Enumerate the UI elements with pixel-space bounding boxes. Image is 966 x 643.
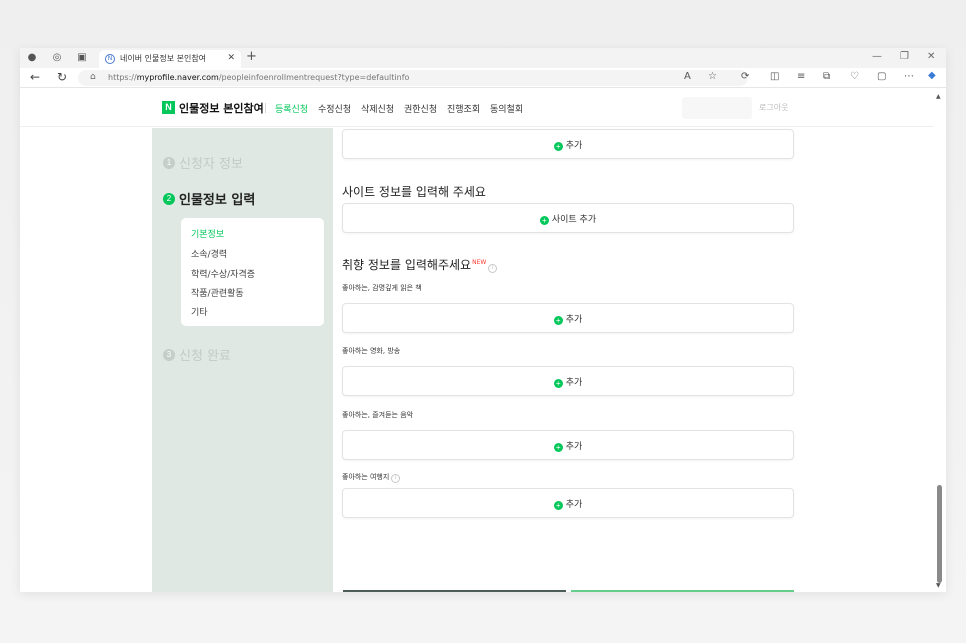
lock-icon[interactable]: ⌂: [90, 72, 96, 82]
plus-circle-icon: +: [539, 216, 549, 225]
step-label: 신청자 정보: [179, 157, 243, 172]
prev-button[interactable]: 이전: [343, 590, 566, 592]
service-title[interactable]: 인물정보 본인참여: [179, 100, 264, 116]
next-button[interactable]: 다음: [571, 590, 794, 592]
scroll-up-icon[interactable]: ▲: [936, 93, 941, 100]
read-aloud-icon[interactable]: A: [684, 71, 691, 82]
add-previous-item-button[interactable]: + 추가: [342, 129, 794, 159]
main-content: + 추가 사이트 정보를 입력해 주세요 + 사이트 추가 취향 정보를 입력해주세…: [333, 128, 934, 592]
scroll-thumb[interactable]: [937, 485, 942, 583]
step-applicant-info[interactable]: 1 신청자 정보: [163, 152, 243, 172]
menu-register-request[interactable]: 등록신청: [275, 102, 308, 115]
restore-icon[interactable]: ❐: [900, 51, 909, 62]
step-number: 1: [163, 156, 175, 169]
add-book-button[interactable]: + 추가: [342, 303, 794, 333]
browser-window: ● ◎ ▣ N 네이버 인물정보 본인참여 ✕ + — ❐ ✕ ← ↻ ⌂ ht…: [20, 48, 946, 592]
menu-edit-request[interactable]: 수정신청: [318, 102, 351, 115]
menu-progress-check[interactable]: 진행조회: [447, 102, 480, 115]
submenu-affiliation-career[interactable]: 소속/경력: [191, 247, 227, 260]
back-icon[interactable]: ←: [30, 70, 40, 84]
favorite-book-label: 좋아하는, 감명깊게 읽은 책: [342, 284, 422, 292]
plus-circle-icon: +: [553, 379, 563, 388]
profile-icon[interactable]: ●: [26, 52, 38, 64]
plus-circle-icon: +: [553, 443, 563, 452]
plus-circle-icon: +: [553, 316, 563, 325]
add-label: 추가: [565, 442, 583, 452]
workspaces-icon[interactable]: ◎: [51, 52, 63, 64]
step-label: 인물정보 입력: [179, 193, 256, 208]
add-label: 추가: [565, 378, 583, 388]
step-submenu: 기본정보 소속/경력 학력/수상/자격증 작품/관련활동 기타: [181, 218, 324, 326]
add-site-button[interactable]: + 사이트 추가: [342, 203, 794, 233]
new-badge: NEW: [472, 259, 487, 266]
performance-icon[interactable]: ♡: [850, 71, 859, 82]
tab-close-icon[interactable]: ✕: [227, 53, 235, 63]
step-sidebar: 1 신청자 정보 2 인물정보 입력 기본정보 소속/경력 학력/수상/자격증 작품…: [152, 128, 333, 592]
submenu-etc[interactable]: 기타: [191, 305, 208, 318]
favorite-movie-label: 좋아하는 영화, 방송: [342, 347, 401, 355]
close-window-icon[interactable]: ✕: [927, 51, 935, 62]
favorite-star-icon[interactable]: ☆: [708, 71, 717, 82]
user-info-box: [682, 97, 752, 119]
favorite-travel-label: 좋아하는 여행지 i: [342, 472, 401, 483]
page-header: N 인물정보 본인참여 등록신청 수정신청 삭제신청 권한신청 진행조회 동의철…: [20, 89, 934, 127]
add-label: 추가: [565, 500, 583, 510]
step-complete[interactable]: 3 신청 완료: [163, 344, 231, 364]
collections-icon[interactable]: ⧉: [823, 71, 830, 82]
submenu-basic-info[interactable]: 기본정보: [191, 227, 224, 240]
menu-consent-withdrawal[interactable]: 동의철회: [490, 102, 523, 115]
url-text: https://myprofile.naver.com/peopleinfoen…: [108, 73, 410, 82]
site-section-title: 사이트 정보를 입력해 주세요: [342, 185, 486, 199]
split-screen-icon[interactable]: ◫: [770, 71, 779, 82]
menu-permission-request[interactable]: 권한신청: [404, 102, 437, 115]
info-icon[interactable]: i: [488, 264, 498, 273]
plus-circle-icon: +: [553, 142, 563, 151]
step-number: 3: [163, 348, 175, 361]
favorite-music-label: 좋아하는, 즐겨듣는 음악: [342, 411, 414, 419]
add-travel-button[interactable]: + 추가: [342, 488, 794, 518]
extensions-icon[interactable]: ⟳: [741, 71, 749, 82]
add-movie-button[interactable]: + 추가: [342, 366, 794, 396]
hobby-section-title: 취향 정보를 입력해주세요NEWi: [342, 256, 498, 273]
logout-link[interactable]: 로그아웃: [759, 102, 788, 113]
step-label: 신청 완료: [179, 349, 231, 364]
browser-tab[interactable]: N 네이버 인물정보 본인참여 ✕: [99, 50, 241, 68]
submenu-education-awards[interactable]: 학력/수상/자격증: [191, 267, 255, 280]
plus-circle-icon: +: [553, 501, 563, 510]
browser-essentials-icon[interactable]: ▢: [877, 71, 886, 82]
more-icon[interactable]: ⋯: [904, 71, 914, 82]
add-label: 추가: [565, 315, 583, 325]
menu-delete-request[interactable]: 삭제신청: [361, 102, 394, 115]
add-music-button[interactable]: + 추가: [342, 430, 794, 460]
address-bar: ← ↻ ⌂ https://myprofile.naver.com/people…: [20, 68, 946, 88]
new-tab-icon[interactable]: +: [246, 49, 257, 64]
info-icon[interactable]: i: [391, 474, 401, 483]
minimize-icon[interactable]: —: [872, 51, 882, 62]
tab-actions-icon[interactable]: ▣: [76, 52, 88, 64]
submenu-works-activities[interactable]: 작품/관련활동: [191, 286, 244, 299]
refresh-icon[interactable]: ↻: [57, 70, 67, 84]
copilot-icon[interactable]: ◆: [928, 70, 936, 81]
title-bar: ● ◎ ▣ N 네이버 인물정보 본인참여 ✕ + — ❐ ✕: [20, 48, 946, 68]
page-scrollbar[interactable]: ▲ ▼: [934, 89, 946, 592]
tab-title: 네이버 인물정보 본인참여: [120, 54, 207, 63]
tab-favicon-icon: N: [105, 54, 115, 64]
step-person-info[interactable]: 2 인물정보 입력: [163, 188, 255, 208]
naver-logo[interactable]: N: [162, 101, 175, 114]
header-divider: [265, 103, 266, 113]
url-field[interactable]: ⌂ https://myprofile.naver.com/peopleinfo…: [78, 70, 748, 86]
add-label: 추가: [565, 141, 583, 151]
step-number: 2: [163, 192, 175, 205]
add-site-label: 사이트 추가: [551, 215, 597, 225]
scroll-down-icon[interactable]: ▼: [936, 582, 941, 589]
favorites-icon[interactable]: ≡: [797, 71, 805, 82]
